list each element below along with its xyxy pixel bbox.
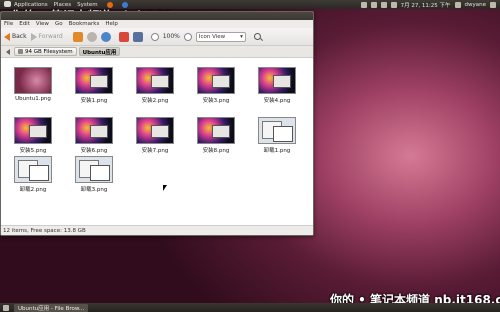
file-name: Ubuntu1.png — [15, 96, 51, 102]
file-thumbnail — [258, 117, 296, 144]
file-name: 安装4.png — [263, 98, 291, 104]
file-name: 安装6.png — [80, 148, 108, 154]
bottom-panel: Ubuntu应用 - File Brow... — [0, 303, 500, 312]
view-mode-value: Icon View — [198, 33, 226, 40]
file-thumbnail — [14, 117, 52, 144]
file-browser-window: File Edit View Go Bookmarks Help Back Fo… — [0, 11, 314, 236]
file-item[interactable]: 卸载2.png — [9, 156, 57, 193]
file-item[interactable]: 安装2.png — [131, 67, 179, 104]
crumb-current-label: Ubuntu应用 — [82, 49, 117, 56]
crumb-current-folder[interactable]: Ubuntu应用 — [78, 47, 121, 56]
file-item[interactable]: 卸载1.png — [253, 117, 301, 154]
folder-home-icon[interactable] — [118, 31, 129, 42]
menu-file[interactable]: File — [4, 21, 13, 27]
view-mode-select[interactable]: Icon View ▾ — [195, 31, 246, 42]
file-item[interactable]: Ubuntu1.png — [9, 67, 57, 102]
file-name: 安装8.png — [202, 148, 230, 154]
show-desktop-icon[interactable] — [3, 304, 9, 311]
drive-icon — [18, 49, 23, 54]
file-name: 安装5.png — [19, 148, 47, 154]
clock[interactable]: 7月 27, 11:25 下午 — [401, 1, 451, 9]
file-name: 安装7.png — [141, 148, 169, 154]
taskbar-window-label: Ubuntu应用 - File Brow... — [18, 305, 85, 312]
file-name: 卸载1.png — [263, 148, 291, 154]
file-item[interactable]: 安装3.png — [192, 67, 240, 104]
window-titlebar[interactable] — [1, 12, 313, 20]
file-name: 安装2.png — [141, 98, 169, 104]
file-thumbnail — [136, 117, 174, 144]
path-left-arrow-icon[interactable] — [6, 48, 10, 55]
file-item[interactable]: 安装1.png — [70, 67, 118, 104]
file-thumbnail — [14, 67, 52, 94]
file-thumbnail — [75, 117, 113, 144]
mail-icon[interactable] — [360, 1, 367, 8]
file-thumbnail — [14, 156, 52, 183]
file-item[interactable]: 安装4.png — [253, 67, 301, 104]
volume-icon[interactable] — [380, 1, 387, 8]
home-icon[interactable] — [72, 31, 83, 42]
file-thumbnail — [75, 67, 113, 94]
computer-icon[interactable] — [132, 31, 143, 42]
file-item[interactable]: 安装7.png — [131, 117, 179, 154]
mouse-cursor — [163, 185, 167, 191]
crumb-filesystem-label: 94 GB Filesystem — [25, 48, 73, 55]
chevron-down-icon: ▾ — [240, 33, 243, 40]
zoom-out-icon[interactable] — [150, 32, 159, 41]
forward-button[interactable]: Forward — [30, 32, 63, 41]
stop-icon[interactable] — [86, 31, 97, 42]
file-name: 安装1.png — [80, 98, 108, 104]
file-name: 卸载3.png — [80, 187, 108, 193]
menubar: File Edit View Go Bookmarks Help — [1, 20, 313, 28]
file-thumbnail — [136, 67, 174, 94]
network-icon[interactable] — [370, 1, 377, 8]
file-item[interactable]: 卸载3.png — [70, 156, 118, 193]
file-item[interactable]: 安装5.png — [9, 117, 57, 154]
forward-label: Forward — [38, 33, 63, 40]
file-item[interactable]: 安装6.png — [70, 117, 118, 154]
menu-go[interactable]: Go — [55, 21, 63, 27]
menu-bookmarks[interactable]: Bookmarks — [69, 21, 100, 27]
file-name: 安装3.png — [202, 98, 230, 104]
menu-view[interactable]: View — [36, 21, 49, 27]
zoom-level: 100% — [162, 33, 180, 40]
ubuntu-logo-icon[interactable] — [4, 1, 11, 7]
user-icon — [454, 1, 461, 8]
back-label: Back — [12, 33, 27, 40]
pathbar: 94 GB Filesystem Ubuntu应用 — [1, 46, 313, 58]
file-thumbnail — [197, 67, 235, 94]
search-icon[interactable] — [253, 33, 261, 40]
user-name[interactable]: dwyane — [465, 2, 486, 8]
taskbar-window-button[interactable]: Ubuntu应用 - File Brow... — [14, 303, 89, 312]
toolbar: Back Forward 100% Icon View ▾ — [1, 28, 313, 46]
status-text: 12 items, Free space: 13.8 GB — [3, 227, 86, 234]
crumb-filesystem[interactable]: 94 GB Filesystem — [14, 47, 77, 56]
menu-edit[interactable]: Edit — [19, 21, 30, 27]
battery-icon[interactable] — [390, 1, 397, 8]
status-bar: 12 items, Free space: 13.8 GB — [1, 225, 313, 235]
file-name: 卸载2.png — [19, 187, 47, 193]
file-thumbnail — [75, 156, 113, 183]
forward-arrow-icon — [30, 32, 37, 41]
file-thumbnail — [258, 67, 296, 94]
back-arrow-icon — [4, 32, 10, 41]
back-button[interactable]: Back — [4, 32, 27, 41]
power-icon[interactable] — [490, 1, 496, 8]
file-thumbnail — [197, 117, 235, 144]
file-grid[interactable]: Ubuntu1.png 安装1.png 安装2.png 安装3.png 安装4.png 安… — [1, 58, 313, 227]
reload-icon[interactable] — [100, 31, 111, 42]
zoom-in-icon[interactable] — [183, 32, 192, 41]
menu-help[interactable]: Help — [105, 21, 118, 27]
file-item[interactable]: 安装8.png — [192, 117, 240, 154]
